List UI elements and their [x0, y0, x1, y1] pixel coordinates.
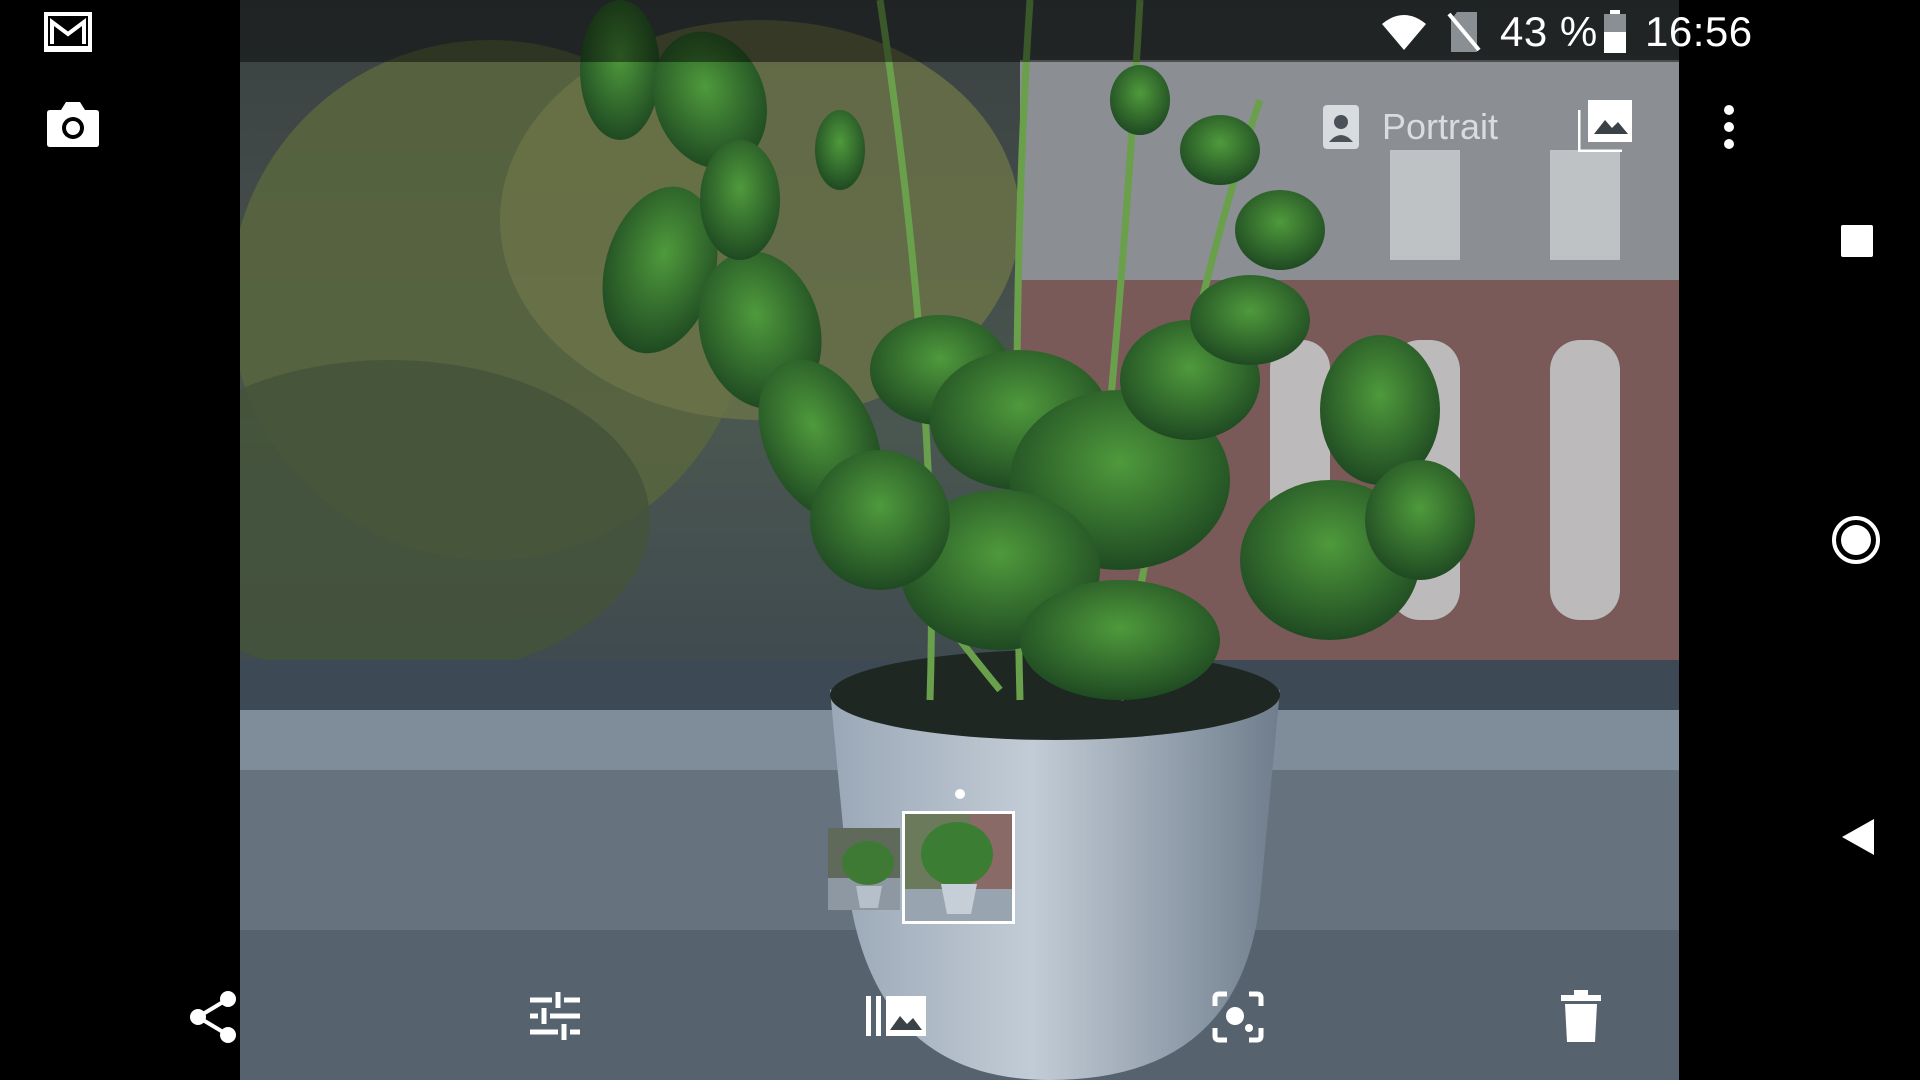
filmstrip-position-dot [955, 789, 965, 799]
more-vert-icon[interactable] [1722, 104, 1736, 150]
lens-icon[interactable] [1211, 990, 1265, 1044]
gmail-icon [44, 12, 92, 52]
portrait-label: Portrait [1382, 106, 1499, 147]
navigation-bar [1679, 0, 1920, 1080]
no-sim-icon [1447, 12, 1481, 52]
filmstrip-thumb-current[interactable] [902, 811, 1015, 924]
portrait-mode-chip[interactable]: Portrait [1322, 100, 1498, 154]
camera-icon[interactable] [46, 100, 100, 148]
edit-sliders-icon[interactable] [530, 992, 580, 1040]
wifi-icon [1382, 15, 1426, 50]
battery-percent: 43 % [1500, 8, 1598, 55]
clock: 16:56 [1645, 8, 1753, 55]
thumb-previous-image [828, 828, 900, 910]
left-black-bar [0, 0, 240, 1080]
share-icon[interactable] [188, 990, 238, 1044]
battery-icon [1604, 10, 1626, 53]
back-triangle-icon[interactable] [1841, 818, 1875, 856]
thumb-current-image [905, 814, 1012, 921]
library-icon[interactable] [866, 996, 926, 1036]
gallery-icon[interactable] [1578, 100, 1632, 152]
delete-icon[interactable] [1561, 990, 1601, 1042]
recents-square-icon[interactable] [1840, 224, 1874, 258]
home-circle-icon[interactable] [1831, 515, 1881, 565]
portrait-icon [1323, 105, 1359, 149]
filmstrip-thumb-previous[interactable] [828, 828, 900, 910]
